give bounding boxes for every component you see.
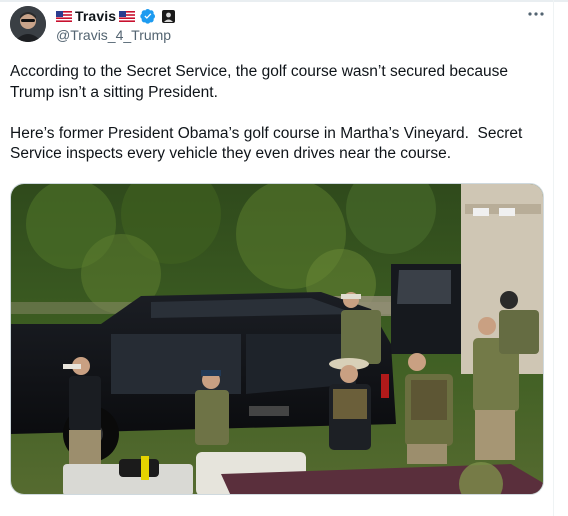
more-options-icon bbox=[528, 12, 544, 16]
display-name[interactable]: Travis bbox=[75, 8, 116, 24]
affiliate-badge-icon[interactable] bbox=[162, 9, 176, 23]
us-flag-icon bbox=[119, 10, 136, 22]
author-handle[interactable]: @Travis_4_Trump bbox=[56, 27, 171, 43]
right-divider bbox=[553, 0, 554, 516]
tweet-text-paragraph-2: Here’s former President Obama’s golf cou… bbox=[10, 124, 527, 163]
author-name-row: Travis bbox=[56, 7, 176, 25]
avatar[interactable] bbox=[10, 6, 46, 42]
top-divider bbox=[0, 0, 568, 2]
avatar-image bbox=[10, 6, 46, 42]
verified-badge-icon[interactable] bbox=[140, 8, 156, 24]
us-flag-icon bbox=[56, 10, 72, 22]
tweet-text-paragraph-1: According to the Secret Service, the gol… bbox=[10, 63, 513, 101]
more-options-button[interactable] bbox=[524, 2, 548, 26]
photo-secret-service-agents-black-suv bbox=[11, 184, 543, 494]
tweet-text: According to the Secret Service, the gol… bbox=[10, 62, 540, 165]
tweet-photo[interactable] bbox=[10, 183, 544, 495]
